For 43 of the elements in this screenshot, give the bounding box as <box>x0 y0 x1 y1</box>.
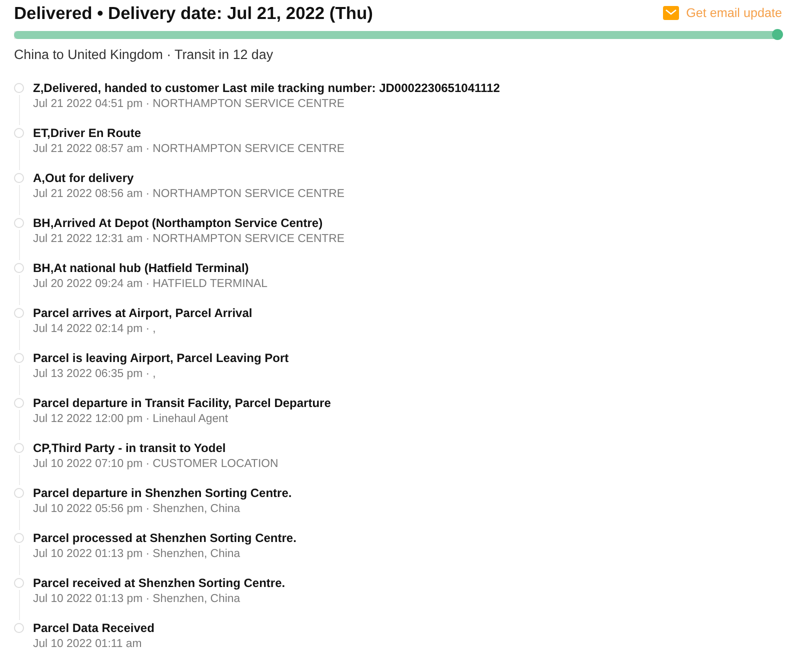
mail-icon <box>663 6 680 20</box>
timeline-dot-icon <box>14 533 24 543</box>
timeline-dot-icon <box>14 128 24 138</box>
event-detail: Jul 14 2022 02:14 pm · , <box>33 322 157 337</box>
timeline-dot-icon <box>14 488 24 498</box>
route-summary: China to United Kingdom · Transit in 12 day <box>14 47 274 63</box>
event-title: Parcel processed at Shenzhen Sorting Centre. <box>33 530 298 546</box>
timeline-dot-icon <box>14 398 24 408</box>
event-title: BH,Arrived At Depot (Northampton Service Centre) <box>33 215 324 231</box>
event-detail: Jul 10 2022 01:13 pm · Shenzhen, China <box>33 547 242 562</box>
timeline-dot-icon <box>14 83 24 93</box>
event-detail: Jul 21 2022 04:51 pm · NORTHAMPTON SERVICE CENTRE <box>33 97 346 112</box>
event-title: ET,Driver En Route <box>33 125 142 141</box>
event-title: Parcel is leaving Airport, Parcel Leaving Port <box>33 350 290 366</box>
timeline-dot-icon <box>14 443 24 453</box>
event-detail: Jul 10 2022 07:10 pm · CUSTOMER LOCATION <box>33 457 280 472</box>
event-title: Z,Delivered, handed to customer Last mile tracking number: JD0002230651041112 <box>33 80 501 96</box>
event-title: A,Out for delivery <box>33 170 135 186</box>
event-title: Parcel received at Shenzhen Sorting Centre. <box>33 575 286 591</box>
timeline-dot-icon <box>14 263 24 273</box>
event-title: BH,At national hub (Hatfield Terminal) <box>33 260 250 276</box>
event-detail: Jul 21 2022 08:56 am · NORTHAMPTON SERVICE CENTRE <box>33 187 346 202</box>
event-title: Parcel Data Received <box>33 620 156 636</box>
timeline-dot-icon <box>14 308 24 318</box>
delivery-status-title: Delivered • Delivery date: Jul 21, 2022 (Thu) <box>14 2 373 25</box>
timeline-dot-icon <box>14 218 24 228</box>
event-title: Parcel arrives at Airport, Parcel Arrival <box>33 305 254 321</box>
timeline-dot-icon <box>14 173 24 183</box>
event-detail: Jul 20 2022 09:24 am · HATFIELD TERMINAL <box>33 277 268 292</box>
event-title: CP,Third Party - in transit to Yodel <box>33 440 227 456</box>
event-detail: Jul 12 2022 12:00 pm · Linehaul Agent <box>33 412 230 427</box>
event-detail: Jul 21 2022 12:31 am · NORTHAMPTON SERVICE CENTRE <box>33 232 346 247</box>
email-update-link[interactable]: Get email update <box>663 6 782 20</box>
event-detail: Jul 10 2022 05:56 pm · Shenzhen, China <box>33 502 242 517</box>
timeline-dot-icon <box>14 578 24 588</box>
event-detail: Jul 21 2022 08:57 am · NORTHAMPTON SERVICE CENTRE <box>33 142 346 157</box>
event-detail: Jul 13 2022 06:35 pm · , <box>33 367 157 382</box>
timeline-dot-icon <box>14 353 24 363</box>
event-detail: Jul 10 2022 01:13 pm · Shenzhen, China <box>33 592 242 607</box>
timeline-dot-icon <box>14 623 24 633</box>
event-title: Parcel departure in Shenzhen Sorting Centre. <box>33 485 293 501</box>
event-title: Parcel departure in Transit Facility, Parcel Departure <box>33 395 332 411</box>
event-detail: Jul 10 2022 01:11 am <box>33 637 143 648</box>
